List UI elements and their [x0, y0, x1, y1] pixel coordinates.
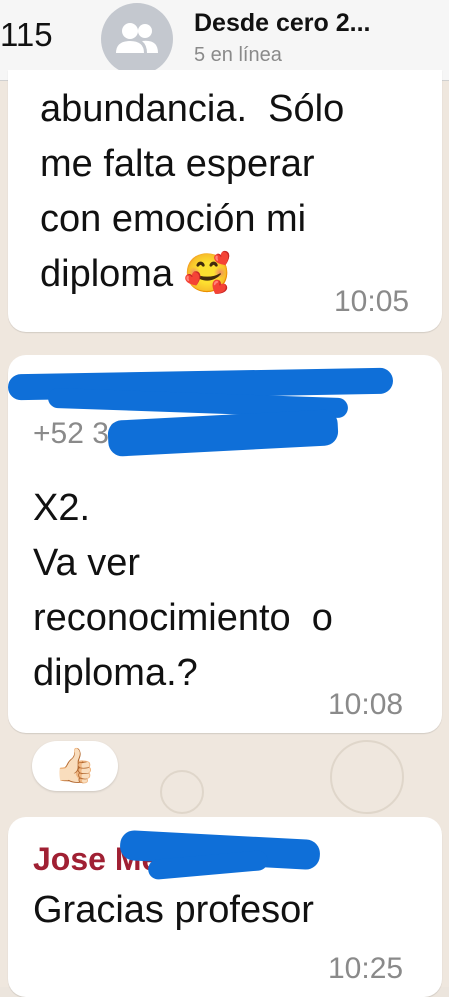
message-time: 10:05 [334, 285, 410, 318]
message-time: 10:08 [328, 688, 404, 721]
message-bubble[interactable]: abundancia. Sólo me falta esperar con em… [8, 70, 442, 332]
thumbs-up-icon: 👍🏻 [53, 747, 97, 785]
chat-header: 115 Desde cero 2... 5 en línea [0, 0, 449, 81]
chat-title[interactable]: Desde cero 2... [194, 9, 370, 38]
message-text: abundancia. Sólo me falta esperar con em… [40, 88, 345, 295]
group-avatar[interactable] [101, 3, 173, 75]
message-text: Gracias profesor [33, 889, 314, 931]
reaction-badge[interactable]: 👍🏻 [32, 741, 118, 791]
message-bubble[interactable]: Jose Mec... Gracias profesor 10:25 [8, 817, 442, 997]
redaction-scribble [107, 409, 339, 457]
message-bubble[interactable]: +52 33 X2. Va ver reconocimiento o diplo… [7, 355, 442, 733]
chat-online-status: 5 en línea [194, 44, 282, 66]
message-text: X2. Va ver reconocimiento o diploma.? [33, 487, 333, 694]
message-time: 10:25 [328, 952, 404, 985]
back-unread-count[interactable]: 115 [0, 16, 53, 54]
group-icon [116, 23, 158, 53]
